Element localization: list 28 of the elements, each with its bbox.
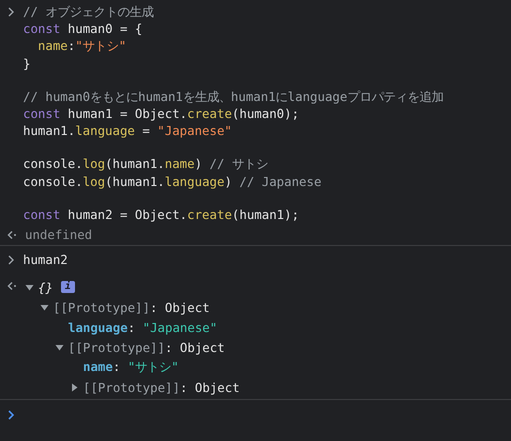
- code-line: console.log(human1.name) // サトシ: [23, 155, 269, 173]
- prototype-entry[interactable]: [[Prototype]]: Object: [83, 380, 240, 395]
- prototype-entry[interactable]: [[Prototype]]: Object: [53, 300, 210, 315]
- code-line: // human0をもとにhuman1を生成、human1にlanguageプロパティを追加: [23, 88, 444, 106]
- expand-triangle-icon[interactable]: [40, 302, 49, 312]
- return-arrow-icon: [7, 281, 17, 292]
- chevron-right-icon: [7, 255, 15, 266]
- property-entry: name: "サトシ": [83, 358, 179, 376]
- code-line: human2: [23, 251, 68, 268]
- property-entry: language: "Japanese": [68, 320, 218, 335]
- info-badge: i: [60, 281, 75, 294]
- expand-triangle-icon[interactable]: [25, 282, 34, 292]
- code-line: console.log(human1.language) // Japanese: [23, 172, 322, 190]
- code-line: name:"サトシ": [36, 37, 128, 55]
- code-line: const human0 = {: [23, 20, 144, 38]
- expand-triangle-icon[interactable]: [70, 382, 79, 392]
- code-line: // オブジェクトの生成: [23, 3, 154, 20]
- chevron-right-icon: [7, 7, 15, 17]
- code-line: const human2 = Object.create(human1);: [23, 206, 300, 224]
- prototype-entry[interactable]: [[Prototype]]: Object: [68, 340, 225, 355]
- code-line: human1.language = "Japanese": [23, 122, 233, 140]
- code-line: const human1 = Object.create(human0);: [23, 105, 300, 122]
- prompt-chevron-icon[interactable]: [7, 410, 15, 420]
- expand-triangle-icon[interactable]: [55, 342, 64, 352]
- code-line: }: [23, 54, 32, 72]
- result-value: undefined: [25, 226, 92, 244]
- object-preview[interactable]: {}: [38, 280, 53, 295]
- return-arrow-icon: [7, 230, 17, 240]
